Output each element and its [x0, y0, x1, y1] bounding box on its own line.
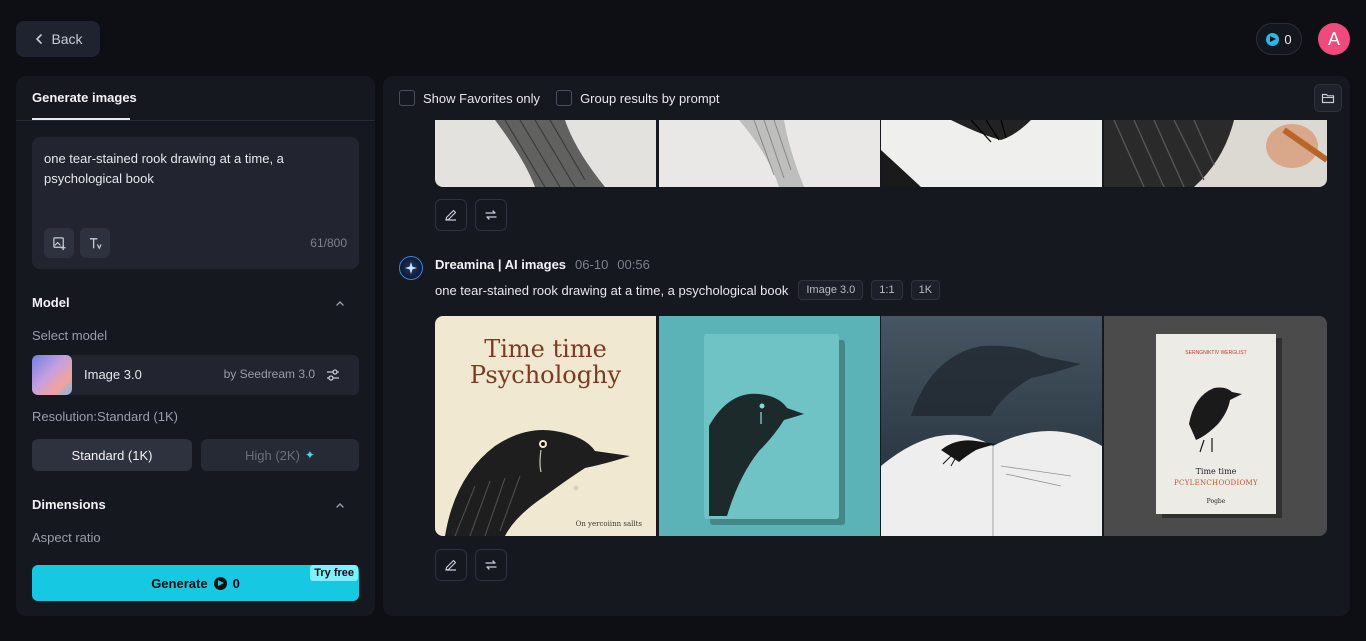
credit-icon	[1266, 32, 1280, 46]
aspect-ratio-label: Aspect ratio	[32, 530, 101, 545]
regenerate-button[interactable]	[475, 549, 507, 581]
ratio-tag: 1:1	[871, 280, 903, 300]
favorites-filter[interactable]: Show Favorites only	[399, 90, 540, 106]
resolution-high-label: High (2K)	[245, 447, 300, 463]
resolution-standard-button[interactable]: Standard (1K)	[32, 439, 192, 471]
model-selector[interactable]: Image 3.0 by Seedream 3.0	[32, 355, 359, 395]
settings-sliders-icon[interactable]	[325, 367, 341, 383]
tab-generate-images[interactable]: Generate images	[32, 90, 137, 105]
credit-icon	[213, 576, 227, 590]
panel-divider	[16, 120, 375, 121]
generation-prompt[interactable]: one tear-stained rook drawing at a time,…	[435, 283, 788, 298]
group-filter[interactable]: Group results by prompt	[556, 90, 720, 106]
previous-image-4[interactable]	[1104, 120, 1327, 187]
regenerate-icon	[485, 210, 497, 220]
filter-row: Show Favorites only Group results by pro…	[399, 90, 720, 106]
back-button[interactable]: Back	[16, 21, 100, 57]
edit-icon	[445, 559, 457, 571]
previous-image-2[interactable]	[659, 120, 880, 187]
cover4-publisher: Pogbe	[1206, 498, 1226, 505]
model-section-title: Model	[32, 295, 70, 310]
image-upload-icon	[52, 236, 66, 250]
group-checkbox[interactable]	[556, 90, 573, 106]
edit-button[interactable]	[435, 549, 467, 581]
dreamina-logo-icon	[405, 262, 417, 274]
results-panel: Show Favorites only Group results by pro…	[383, 76, 1350, 616]
model-thumbnail	[32, 355, 72, 395]
edit-icon	[445, 209, 457, 221]
generated-image-2[interactable]	[659, 316, 880, 536]
sparkle-icon: ✦	[304, 448, 315, 462]
generate-credits: 0	[232, 575, 240, 591]
edit-button[interactable]	[435, 199, 467, 231]
text-style-button[interactable]	[80, 228, 110, 258]
previous-image-1[interactable]	[435, 120, 656, 187]
cover-title-line2: Psychologhy	[469, 361, 622, 389]
resolution-high-button[interactable]: High (2K) ✦	[201, 439, 359, 471]
generate-label: Generate	[151, 575, 208, 591]
generated-image-1[interactable]: Time time Psychologhy On yercoiinn sallt…	[435, 316, 656, 536]
prompt-input[interactable]: one tear-stained rook drawing at a time,…	[44, 149, 334, 189]
avatar[interactable]: A	[1318, 23, 1350, 55]
generation-date: 06-10	[575, 257, 609, 272]
dreamina-logo	[399, 256, 423, 280]
cover4-title: Time time	[1195, 467, 1237, 476]
rook-illustration	[445, 430, 630, 536]
char-count: 61/800	[310, 236, 347, 250]
generated-image-3[interactable]	[881, 316, 1102, 536]
regenerate-button[interactable]	[475, 199, 507, 231]
generation-header: Dreamina | AI images 06-10 00:56	[435, 257, 650, 272]
generate-button[interactable]: Generate 0 Try free	[32, 565, 359, 601]
resolution-standard-label: Standard (1K)	[71, 447, 153, 463]
previous-image-3[interactable]	[881, 120, 1102, 187]
cover-caption: On yercoiinn sallts	[575, 520, 642, 528]
chevron-up-icon[interactable]	[334, 499, 346, 511]
folder-button[interactable]	[1314, 84, 1342, 112]
generation-time: 00:56	[617, 257, 650, 272]
upload-reference-button[interactable]	[44, 228, 74, 258]
generation-prompt-row: one tear-stained rook drawing at a time,…	[435, 280, 941, 300]
cover4-subtitle: PCYLENCHOODIOMY	[1174, 479, 1258, 487]
resolution-tag: 1K	[910, 280, 941, 300]
folder-icon	[1321, 93, 1335, 104]
chevron-left-icon	[36, 34, 43, 44]
select-model-label: Select model	[32, 328, 108, 343]
try-free-badge: Try free	[310, 565, 358, 581]
model-name: Image 3.0	[84, 367, 142, 382]
credits-count: 0	[1284, 31, 1292, 47]
model-tag: Image 3.0	[798, 280, 864, 300]
resolution-label: Resolution:Standard (1K)	[32, 409, 178, 424]
cover-title-line1: Time time	[484, 335, 607, 363]
chevron-up-icon[interactable]	[334, 297, 346, 309]
favorites-filter-label: Show Favorites only	[423, 90, 541, 106]
dimensions-section-title: Dimensions	[32, 497, 106, 512]
back-label: Back	[51, 31, 83, 47]
generate-panel: Generate images one tear-stained rook dr…	[16, 76, 375, 616]
credits-pill[interactable]: 0	[1256, 23, 1302, 55]
text-style-icon	[89, 237, 102, 249]
generated-image-4[interactable]: SERNGNIKTIV WERGLIST Time time PCYLENCHO…	[1104, 316, 1327, 536]
regenerate-icon	[485, 560, 497, 570]
model-provider: by Seedream 3.0	[223, 367, 315, 381]
cover4-small-text: SERNGNIKTIV WERGLIST	[1185, 350, 1247, 356]
group-filter-label: Group results by prompt	[580, 90, 720, 106]
generation-source: Dreamina | AI images	[435, 257, 567, 272]
prompt-box[interactable]: one tear-stained rook drawing at a time,…	[32, 137, 359, 269]
favorites-checkbox[interactable]	[399, 90, 415, 106]
